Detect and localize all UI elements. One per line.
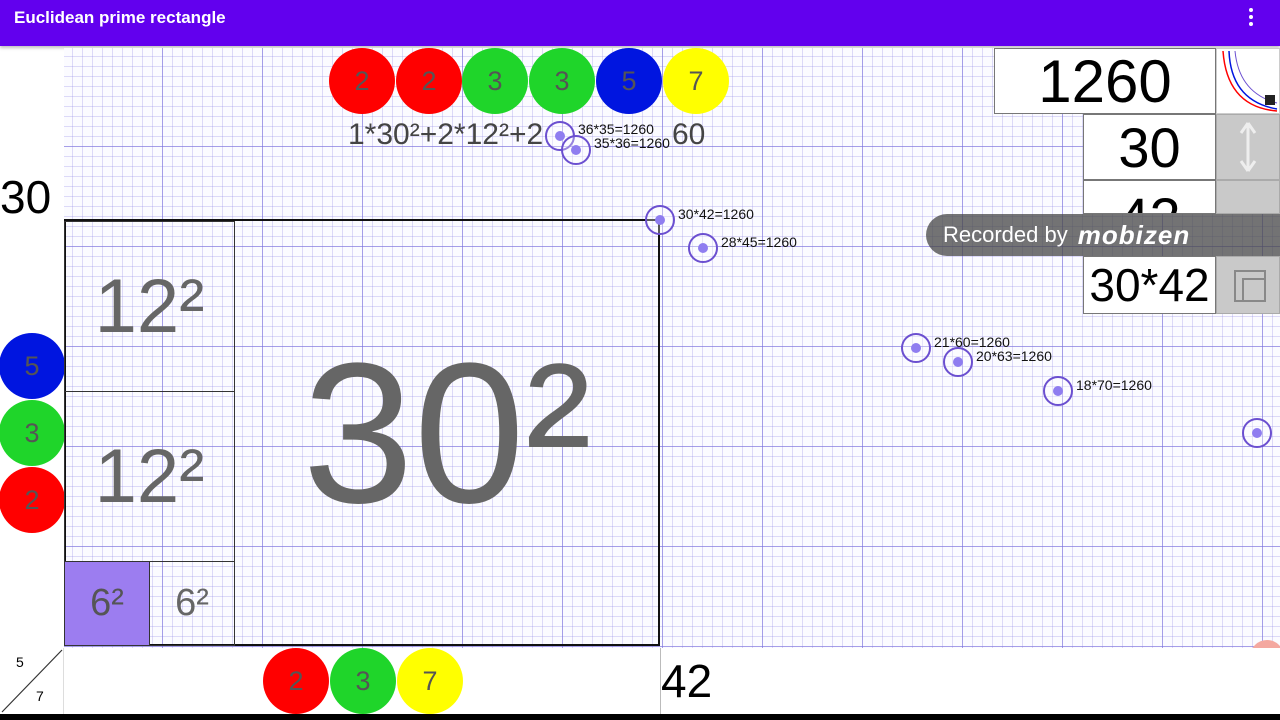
graph-thumbnail[interactable] [1216,48,1280,114]
square-label: 30² [302,321,592,545]
swap-vertical-button[interactable] [1216,114,1280,180]
factor-ball-2[interactable]: 2 [0,467,65,533]
square-label: 12² [94,264,205,349]
factor-pair-marker[interactable] [561,135,591,165]
screen-border [0,714,1280,720]
bottom-strip [0,648,1280,714]
square-12-top[interactable]: 12² [64,221,235,392]
factor-ball-2[interactable]: 2 [263,648,329,714]
square-label: 6² [90,582,124,624]
decomposition-formula-tail: 60 [672,118,706,151]
fraction-slash-icon [1,649,63,713]
square-6[interactable]: 6² [149,561,235,646]
factor-ball-2[interactable]: 2 [329,48,395,114]
factor-pair-marker[interactable] [901,333,931,363]
fraction-denominator: 7 [36,688,44,704]
factor-ball-3[interactable]: 3 [330,648,396,714]
width-display: 42 [1083,180,1216,214]
factor-pair-label: 20*63=1260 [976,348,1052,364]
product-display: 30*42 [1083,256,1216,314]
factor-pair-label: 28*45=1260 [721,234,797,250]
square-label: 12² [94,434,205,519]
factor-ball-5[interactable]: 5 [596,48,662,114]
width-label: 42 [661,655,713,707]
factor-pair-marker[interactable] [1242,418,1272,448]
ratio-fraction[interactable]: 5 7 [0,648,64,714]
factor-pair-label: 35*36=1260 [594,135,670,151]
height-label: 30 [0,171,52,223]
overflow-menu-icon[interactable] [1248,8,1254,26]
hyperbola-graph-icon [1222,50,1278,112]
app-title: Euclidean prime rectangle [14,8,226,27]
height-display: 30 [1083,114,1216,180]
square-label: 6² [175,582,209,624]
divider [660,648,661,714]
factor-ball-3[interactable]: 3 [0,400,65,466]
watermark-brand: mobizen [1077,219,1191,250]
vertical-arrows-icon [1239,122,1257,172]
layout-toggle-button[interactable] [1216,256,1280,314]
decomposition-formula: 1*30²+2*12²+2 [348,118,544,151]
factor-ball-3[interactable]: 3 [529,48,595,114]
square-30[interactable]: 30² [234,221,660,646]
factor-ball-7[interactable]: 7 [663,48,729,114]
factor-pair-marker[interactable] [1043,376,1073,406]
factor-ball-5[interactable]: 5 [0,333,65,399]
factor-pair-marker[interactable] [645,205,675,235]
recording-watermark: Recorded by mobizen [926,214,1280,256]
area-display: 1260 [994,48,1216,115]
factor-ball-2[interactable]: 2 [396,48,462,114]
factor-pair-marker[interactable] [943,347,973,377]
squares-icon [1234,270,1266,302]
factor-pair-marker[interactable] [688,233,718,263]
square-12-bottom[interactable]: 12² [64,391,235,562]
factor-ball-3[interactable]: 3 [462,48,528,114]
factor-pair-label: 18*70=1260 [1076,377,1152,393]
swap-horizontal-button[interactable] [1216,180,1280,214]
watermark-text: Recorded by [943,222,1068,247]
square-6-selected[interactable]: 6² [64,561,150,646]
factor-ball-7[interactable]: 7 [397,648,463,714]
factor-pair-label: 30*42=1260 [678,206,754,222]
